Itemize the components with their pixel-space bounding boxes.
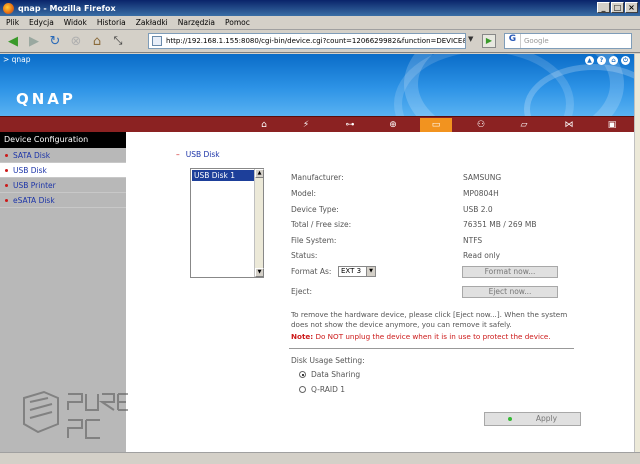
format-now-button[interactable]: Format now... — [462, 266, 558, 278]
maximize-button[interactable]: □ — [611, 2, 624, 13]
manufacturer-label: Manufacturer: — [291, 173, 344, 182]
sidebar-item-esata-disk[interactable]: eSATA Disk — [0, 193, 126, 208]
scroll-up-icon[interactable]: ▲ — [255, 169, 264, 178]
menu-edit[interactable]: Edycja — [29, 18, 54, 27]
nav-share-icon[interactable]: ⋈ — [553, 118, 585, 132]
page-scrollbar[interactable] — [634, 54, 640, 452]
home-icon[interactable]: ⌂ — [609, 56, 618, 65]
size-value: 76351 MB / 269 MB — [463, 220, 537, 229]
url-dropdown-icon[interactable]: ▼ — [468, 35, 473, 43]
menu-tools[interactable]: Narzędzia — [178, 18, 215, 27]
menu-view[interactable]: Widok — [64, 18, 87, 27]
eject-label: Eject: — [291, 287, 313, 296]
device-type-label: Device Type: — [291, 205, 339, 214]
url-input[interactable]: http://192.168.1.155:8080/cgi-bin/device… — [148, 33, 466, 49]
window-title: qnap - Mozilla Firefox — [18, 3, 116, 13]
google-icon[interactable]: G — [505, 34, 521, 48]
nav-users-icon[interactable]: ⚇ — [465, 118, 497, 132]
file-system-value: NTFS — [463, 236, 483, 245]
stop-icon[interactable]: ⊗ — [67, 32, 85, 50]
menu-bookmarks[interactable]: Zakładki — [136, 18, 168, 27]
firefox-icon — [3, 2, 14, 14]
logout-icon[interactable]: ⏻ — [621, 56, 630, 65]
chevron-down-icon[interactable]: ▼ — [366, 267, 375, 276]
eject-notice: To remove the hardware device, please cl… — [291, 310, 568, 329]
navigation-toolbar: ◀ ▶ ↻ ⊗ ⌂ ⤡ http://192.168.1.155:8080/cg… — [0, 30, 640, 53]
go-button[interactable]: ▶ — [482, 34, 496, 48]
qnap-logo: QNAP — [16, 90, 76, 108]
apply-button[interactable]: Apply — [484, 412, 581, 426]
up-icon[interactable]: ▲ — [585, 56, 594, 65]
menu-history[interactable]: Historia — [97, 18, 126, 27]
nav-tools-icon[interactable]: ⊕ — [377, 118, 409, 132]
manufacturer-value: SAMSUNG — [463, 173, 502, 182]
tool-icon[interactable]: ⤡ — [109, 32, 127, 50]
menu-help[interactable]: Pomoc — [225, 18, 250, 27]
radio-qraid1[interactable] — [299, 386, 306, 393]
status-value: Read only — [463, 251, 501, 260]
format-label: Format As: — [291, 267, 332, 276]
radio-data-sharing[interactable] — [299, 371, 306, 378]
window-titlebar: qnap - Mozilla Firefox _ □ × — [0, 0, 640, 16]
nav-home-icon[interactable]: ⌂ — [248, 118, 280, 132]
menu-file[interactable]: Plik — [6, 18, 19, 27]
url-text: http://192.168.1.155:8080/cgi-bin/device… — [166, 37, 465, 45]
sidebar-item-usb-disk[interactable]: USB Disk — [0, 163, 126, 178]
disk-usage-title: Disk Usage Setting: — [291, 356, 365, 365]
forward-arrow-icon[interactable]: ▶ — [25, 32, 43, 50]
section-title: – USB Disk — [176, 150, 220, 159]
nav-system-icon[interactable]: ⊶ — [334, 118, 366, 132]
size-label: Total / Free size: — [291, 220, 352, 229]
device-type-value: USB 2.0 — [463, 205, 493, 214]
status-bar — [0, 452, 640, 464]
list-item[interactable]: USB Disk 1 — [192, 170, 254, 181]
format-select[interactable]: EXT 3 ▼ — [338, 266, 376, 277]
breadcrumb: > qnap — [3, 55, 31, 64]
list-scrollbar[interactable]: ▲ ▼ — [254, 169, 264, 277]
sidebar-item-sata-disk[interactable]: SATA Disk — [0, 148, 126, 163]
search-input[interactable]: G Google — [504, 33, 632, 49]
nav-device-icon[interactable]: ▭ — [420, 118, 452, 132]
minimize-button[interactable]: _ — [597, 2, 610, 13]
qnap-nav-bar: ⌂ ⚡ ⊶ ⊕ ▭ ⚇ ▱ ⋈ ▣ — [0, 116, 634, 132]
purepc-watermark — [23, 390, 128, 439]
home-icon[interactable]: ⌂ — [88, 32, 106, 50]
status-dot-icon — [507, 417, 512, 421]
nav-info-icon[interactable]: ▣ — [596, 118, 628, 132]
search-placeholder: Google — [524, 37, 549, 45]
usage-option-data-sharing[interactable]: Data Sharing — [299, 370, 360, 379]
disk-list[interactable]: USB Disk 1 ▲ ▼ — [190, 168, 264, 278]
sidebar-title: Device Configuration — [0, 132, 126, 148]
status-label: Status: — [291, 251, 318, 260]
back-arrow-icon[interactable]: ◀ — [4, 32, 22, 50]
model-value: MP0804H — [463, 189, 499, 198]
scroll-down-icon[interactable]: ▼ — [255, 268, 264, 277]
usage-option-qraid1[interactable]: Q-RAID 1 — [299, 385, 345, 394]
file-system-label: File System: — [291, 236, 337, 245]
sidebar-item-usb-printer[interactable]: USB Printer — [0, 178, 126, 193]
nav-network-icon[interactable]: ⚡ — [290, 118, 322, 132]
help-icon[interactable]: ? — [597, 56, 606, 65]
close-button[interactable]: × — [625, 2, 638, 13]
warning-note: Note: Do NOT unplug the device when it i… — [291, 332, 551, 341]
eject-now-button[interactable]: Eject now... — [462, 286, 558, 298]
menu-bar: Plik Edycja Widok Historia Zakładki Narz… — [0, 16, 640, 30]
page-icon — [152, 36, 162, 46]
page-content: > qnap QNAP ▲ ? ⌂ ⏻ ⌂ ⚡ ⊶ ⊕ ▭ ⚇ ▱ ⋈ ▣ De… — [0, 54, 640, 452]
reload-icon[interactable]: ↻ — [46, 32, 64, 50]
divider — [289, 348, 574, 349]
model-label: Model: — [291, 189, 317, 198]
qnap-header: > qnap QNAP ▲ ? ⌂ ⏻ — [0, 54, 634, 116]
nav-folder-icon[interactable]: ▱ — [508, 118, 540, 132]
format-select-value: EXT 3 — [341, 267, 362, 275]
